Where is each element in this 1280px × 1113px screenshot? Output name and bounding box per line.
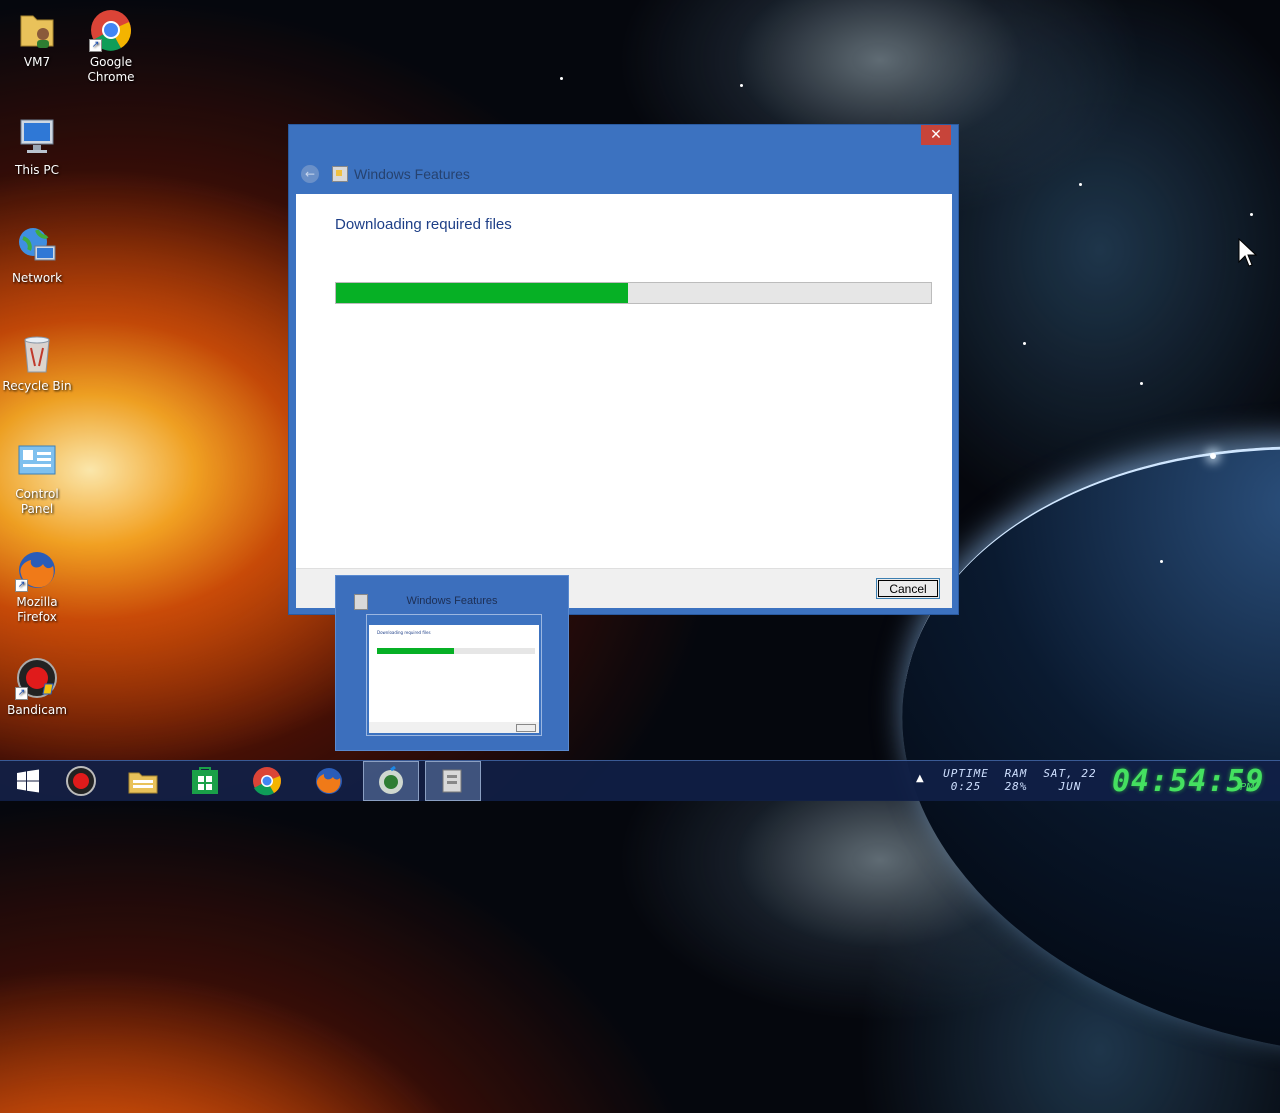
progress-fill bbox=[336, 283, 628, 303]
user-folder-icon bbox=[15, 8, 59, 52]
shortcut-arrow-icon: ↗ bbox=[89, 39, 102, 52]
thumbnail-title: Windows Features bbox=[406, 595, 498, 607]
store-icon bbox=[192, 767, 218, 794]
desktop-icon-mozilla-firefox[interactable]: ↗ Mozilla Firefox bbox=[0, 548, 74, 625]
wallpaper-star bbox=[1079, 183, 1082, 186]
network-icon bbox=[15, 224, 59, 268]
show-hidden-icons-button[interactable]: ▲ bbox=[916, 773, 924, 784]
bandicam-icon bbox=[66, 766, 96, 796]
taskbar: ▲ UPTIME 0:25 RAM 28% SAT, 22 JUN 04:54:… bbox=[0, 760, 1280, 801]
chrome-icon: ↗ bbox=[89, 8, 133, 52]
taskbar-firefox[interactable] bbox=[301, 761, 357, 801]
uptime-gauge: UPTIME 0:25 bbox=[940, 767, 992, 793]
thumbnail-cancel bbox=[516, 724, 536, 732]
desktop-icon-bandicam[interactable]: ↗ Bandicam bbox=[0, 656, 74, 718]
thumbnail-window-image: Downloading required files bbox=[366, 614, 542, 736]
wallpaper-star bbox=[1160, 560, 1163, 563]
uptime-label: UPTIME bbox=[943, 767, 989, 780]
date-day: SAT, 22 bbox=[1043, 767, 1097, 780]
status-heading: Downloading required files bbox=[335, 216, 512, 233]
shortcut-arrow-icon: ↗ bbox=[15, 579, 28, 592]
shortcut-arrow-icon: ↗ bbox=[15, 687, 28, 700]
wallpaper-star bbox=[740, 84, 743, 87]
desktop-icon-network[interactable]: Network bbox=[0, 224, 74, 286]
uptime-value: 0:25 bbox=[950, 780, 982, 793]
desktop-icon-label: This PC bbox=[15, 163, 59, 177]
windows-logo-icon bbox=[17, 769, 39, 793]
desktop-icon-label: Google Chrome bbox=[87, 55, 135, 84]
computer-icon bbox=[15, 116, 59, 160]
date-month: JUN bbox=[1058, 780, 1082, 793]
desktop-icon-label: Network bbox=[11, 271, 63, 285]
wallpaper-star bbox=[560, 77, 563, 80]
mouse-cursor-icon bbox=[1238, 238, 1258, 267]
desktop-icon-label: Mozilla Firefox bbox=[16, 595, 58, 624]
desktop-icon-label: Control Panel bbox=[15, 487, 59, 516]
windows-features-icon bbox=[442, 769, 462, 793]
thumbnail-heading: Downloading required files bbox=[377, 630, 431, 635]
wallpaper-star bbox=[1250, 213, 1253, 216]
desktop-icon-recycle-bin[interactable]: Recycle Bin bbox=[0, 332, 74, 394]
windows-features-dialog: ✕ ← Windows Features Downloading require… bbox=[288, 124, 959, 615]
start-button[interactable] bbox=[0, 761, 56, 801]
clock-ampm: PM bbox=[1240, 782, 1255, 793]
desktop-icon-vm7[interactable]: VM7 bbox=[0, 8, 74, 70]
date-display[interactable]: SAT, 22 JUN bbox=[1040, 767, 1100, 793]
recycle-bin-icon bbox=[15, 332, 59, 376]
desktop-icon-control-panel[interactable]: Control Panel bbox=[0, 440, 74, 517]
ram-gauge: RAM 28% bbox=[998, 767, 1034, 793]
dialog-title: Windows Features bbox=[354, 166, 470, 182]
desktop-icon-this-pc[interactable]: This PC bbox=[0, 116, 74, 178]
wallpaper-star bbox=[1210, 453, 1216, 459]
thumbnail-progress-fill bbox=[377, 648, 455, 654]
folder-icon bbox=[128, 772, 158, 794]
taskbar-windows-features[interactable] bbox=[425, 761, 481, 801]
firefox-icon bbox=[316, 768, 342, 794]
desktop-icon-google-chrome[interactable]: ↗ Google Chrome bbox=[74, 8, 148, 85]
cancel-button[interactable]: Cancel bbox=[876, 578, 940, 599]
taskbar-store[interactable] bbox=[177, 761, 233, 801]
firefox-icon: ↗ bbox=[15, 548, 59, 592]
wallpaper-star bbox=[1140, 382, 1143, 385]
control-panel-icon bbox=[15, 440, 59, 484]
ram-label: RAM bbox=[1004, 767, 1028, 780]
taskbar-file-explorer[interactable] bbox=[115, 761, 171, 801]
download-progress-bar bbox=[335, 282, 932, 304]
desktop-icon-label: VM7 bbox=[23, 55, 51, 69]
desktop-icon-label: Recycle Bin bbox=[2, 379, 72, 393]
close-button[interactable]: ✕ bbox=[921, 125, 951, 145]
desktop-icon-label: Bandicam bbox=[7, 703, 67, 717]
dialog-header: ← Windows Features bbox=[301, 163, 470, 185]
windows-features-icon bbox=[332, 166, 348, 182]
ram-value: 28% bbox=[1004, 780, 1028, 793]
wallpaper-star bbox=[1023, 342, 1026, 345]
dialog-content: Downloading required files bbox=[296, 194, 952, 568]
chrome-icon bbox=[253, 767, 281, 796]
back-arrow-icon[interactable]: ← bbox=[301, 165, 319, 183]
bandicam-icon: ↗ bbox=[15, 656, 59, 700]
taskbar-sniffer-app[interactable] bbox=[363, 761, 419, 801]
taskbar-chrome[interactable] bbox=[239, 761, 295, 801]
network-sniffer-icon bbox=[379, 766, 403, 794]
taskbar-thumbnail-preview[interactable]: Windows Features Downloading required fi… bbox=[335, 575, 569, 751]
taskbar-bandicam[interactable] bbox=[53, 761, 109, 801]
